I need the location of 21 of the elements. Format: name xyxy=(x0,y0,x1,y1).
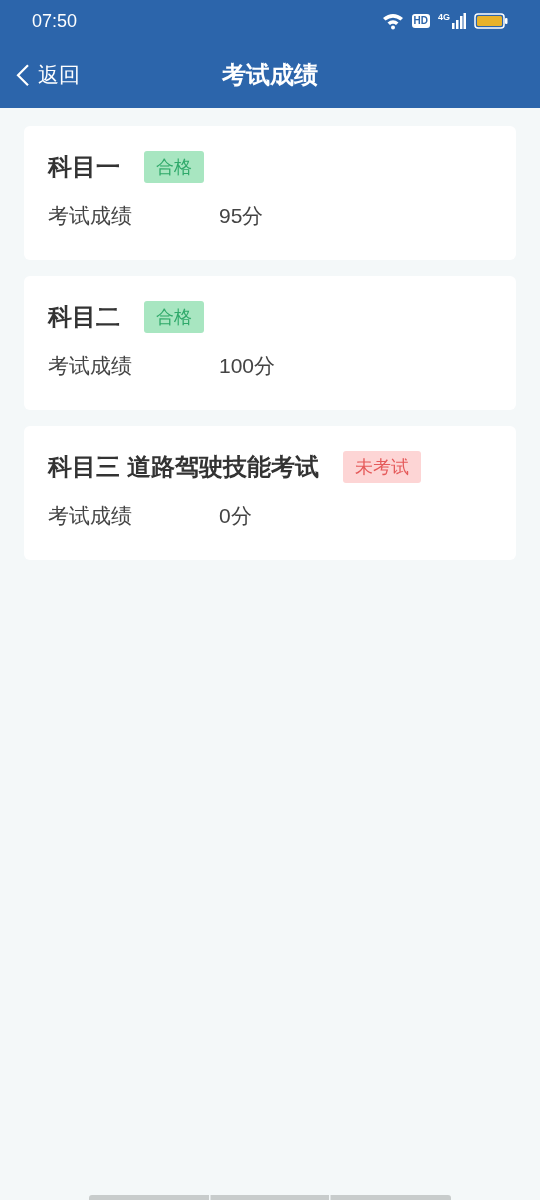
subject-name: 科目二 xyxy=(48,302,120,332)
status-badge: 合格 xyxy=(144,151,204,183)
back-button[interactable]: 返回 xyxy=(16,59,80,91)
signal-icon xyxy=(452,13,466,29)
score-value: 95分 xyxy=(219,203,264,229)
subject-name: 科目三 道路驾驶技能考试 xyxy=(48,452,319,482)
score-value: 0分 xyxy=(219,503,252,529)
network-label: 4G xyxy=(438,13,450,22)
page-title: 考试成绩 xyxy=(222,60,318,90)
battery-icon xyxy=(474,13,508,29)
status-badge: 未考试 xyxy=(342,451,421,483)
subject-name: 科目一 xyxy=(48,152,120,182)
back-chevron-icon xyxy=(16,63,30,87)
hd-badge: HD xyxy=(411,14,430,28)
score-label: 考试成绩 xyxy=(48,503,133,529)
score-value: 100分 xyxy=(219,353,276,379)
score-label: 考试成绩 xyxy=(48,203,133,229)
clock-time: 07:50 xyxy=(32,9,78,33)
score-label: 考试成绩 xyxy=(48,353,133,379)
wifi-icon xyxy=(381,12,404,30)
status-badge: 合格 xyxy=(144,301,204,333)
